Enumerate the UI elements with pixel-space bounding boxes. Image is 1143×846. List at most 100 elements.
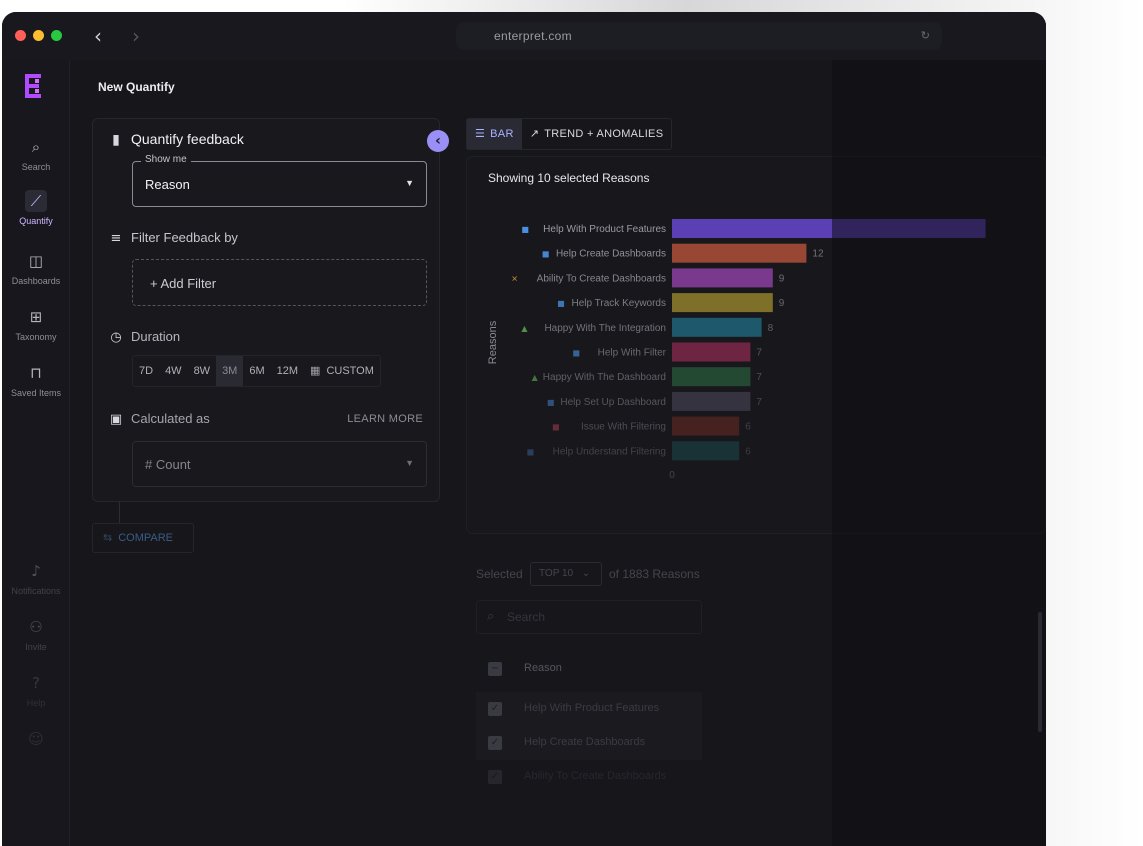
bar[interactable] <box>672 391 751 411</box>
y-axis-label: Reasons <box>487 320 499 364</box>
tab-trend-label: TREND + ANOMALIES <box>544 128 664 140</box>
sidebar-item-saved-items[interactable]: ⊓ Saved Items <box>2 362 70 398</box>
duration-7d[interactable]: 7D <box>133 356 159 386</box>
duration-8w[interactable]: 8W <box>188 356 217 386</box>
url-text: enterpret.com <box>494 29 572 43</box>
bar[interactable] <box>672 416 740 436</box>
window-close-dot[interactable] <box>15 30 26 41</box>
chat-icon: ■ <box>542 250 550 259</box>
add-filter-button[interactable]: + Add Filter <box>132 259 427 306</box>
row-label: Ability To Create Dashboards <box>524 770 667 782</box>
bar-view-icon: ☰ <box>475 127 486 140</box>
collapse-panel-button[interactable]: ‹ <box>427 130 449 152</box>
tab-bar[interactable]: ☰ BAR <box>467 119 522 149</box>
bar[interactable] <box>672 219 986 238</box>
value-label: 7 <box>756 397 762 408</box>
sidebar-item-quantify[interactable]: ⟋ Quantify <box>2 190 70 226</box>
search-input[interactable] <box>507 602 687 632</box>
calculated-as-heading: ▣ Calculated as <box>107 411 210 427</box>
quantify-heading-text: Quantify feedback <box>131 131 244 147</box>
category-label: Help With Filter <box>598 348 667 359</box>
sidebar-item-label: Quantify <box>19 216 53 226</box>
add-user-icon: ⚇ <box>29 618 43 636</box>
bar[interactable] <box>672 441 740 461</box>
top-n-value: TOP 10 <box>539 568 574 579</box>
category-label: Help Set Up Dashboard <box>560 397 666 408</box>
value-label: 8 <box>768 323 774 334</box>
total-reasons-label: of 1883 Reasons <box>609 567 700 581</box>
view-tabs: ☰ BAR ↗ TREND + ANOMALIES <box>466 118 673 150</box>
bar[interactable] <box>672 268 773 288</box>
calculator-icon: ▣ <box>109 412 123 427</box>
screenshot-frame: ‹ › enterpret.com ↻ ⌕ Search ⟋ Quantify … <box>0 0 1143 846</box>
show-me-select[interactable]: Show me Reason ▼ <box>132 154 427 207</box>
flag-icon: ■ <box>552 423 560 432</box>
enterpret-logo-icon[interactable] <box>22 72 46 100</box>
bar[interactable] <box>672 293 773 313</box>
sidebar-item-label: Taxonomy <box>15 332 57 342</box>
category-label: Help Create Dashboards <box>556 249 666 260</box>
table-row[interactable]: ✓ Help With Product Features <box>476 692 702 726</box>
top-n-select[interactable]: TOP 10 ⌄ <box>530 562 602 586</box>
trend-chart-icon: ⟋ <box>25 190 47 212</box>
duration-custom[interactable]: ▦ CUSTOM <box>304 356 380 386</box>
row-checkbox[interactable]: ✓ <box>488 702 502 716</box>
reasons-table: − Reason ✓ Help With Product Features ✓ … <box>476 652 702 794</box>
chart-card: Showing 10 selected Reasons Reasons Help … <box>466 156 1046 534</box>
sidebar-item-label: Search <box>21 162 51 172</box>
row-checkbox[interactable]: ✓ <box>488 736 502 750</box>
chevron-down-icon: ⌄ <box>581 568 591 579</box>
scrollbar[interactable] <box>1038 612 1042 732</box>
chat-icon: ■ <box>547 398 555 407</box>
sidebar-item-help[interactable]: ? Help <box>2 672 70 708</box>
tab-trend-anomalies[interactable]: ↗ TREND + ANOMALIES <box>522 119 672 149</box>
clock-icon: ◷ <box>110 330 122 345</box>
duration-4w[interactable]: 4W <box>159 356 188 386</box>
sidebar-item-invite[interactable]: ⚇ Invite <box>2 616 70 652</box>
calendar-icon: ▦ <box>310 364 321 377</box>
filter-heading: ≡ Filter Feedback by <box>107 230 238 246</box>
search-list-icon: ⌕ <box>31 138 41 156</box>
sidebar-item-profile[interactable]: ☺ <box>2 728 70 754</box>
reload-icon[interactable]: ↻ <box>921 29 930 42</box>
address-bar[interactable]: enterpret.com ↻ <box>456 22 942 50</box>
sidebar-item-taxonomy[interactable]: ⊞ Taxonomy <box>2 306 70 342</box>
category-label: Ability To Create Dashboards <box>537 273 666 284</box>
search-icon: ⌕ <box>487 609 495 624</box>
bar-row: Ability To Create Dashboards ✕ 9 <box>511 268 785 288</box>
window-maximize-dot[interactable] <box>51 30 62 41</box>
sidebar-item-dashboards[interactable]: ◫ Dashboards <box>2 250 70 286</box>
duration-12m[interactable]: 12M <box>271 356 304 386</box>
bar[interactable] <box>672 243 807 263</box>
window-minimize-dot[interactable] <box>33 30 44 41</box>
learn-more-link[interactable]: LEARN MORE <box>347 413 423 425</box>
table-header-row: − Reason <box>476 652 702 686</box>
duration-3m[interactable]: 3M <box>216 356 244 386</box>
calculated-as-select[interactable]: # Count ▼ <box>132 441 427 487</box>
back-arrow-icon[interactable]: ‹ <box>94 24 102 48</box>
value-label: 7 <box>756 348 762 359</box>
table-row[interactable]: ✓ Help Create Dashboards <box>476 726 702 760</box>
filter-heading-text: Filter Feedback by <box>131 230 238 245</box>
bar-row: Help With Product Features ■ <box>521 219 986 238</box>
table-row[interactable]: ✓ Ability To Create Dashboards <box>476 760 702 794</box>
category-label: Help With Product Features <box>543 224 666 235</box>
bar[interactable] <box>672 342 751 362</box>
row-checkbox[interactable]: ✓ <box>488 770 502 784</box>
select-all-checkbox[interactable]: − <box>488 662 502 676</box>
x-tick-label: 0 <box>669 470 675 481</box>
duration-custom-label: CUSTOM <box>326 365 374 377</box>
category-label: Help Understand Filtering <box>553 446 666 457</box>
compare-icon: ⇆ <box>103 531 113 544</box>
sidebar-item-label: Notifications <box>11 586 61 596</box>
show-me-label: Show me <box>141 154 191 165</box>
compare-button[interactable]: ⇆ COMPARE <box>92 523 194 553</box>
sidebar-item-notifications[interactable]: ♪ Notifications <box>2 560 70 596</box>
bar[interactable] <box>672 317 762 337</box>
bar[interactable] <box>672 367 751 387</box>
bar-row: Help Set Up Dashboard ■ 7 <box>547 391 762 411</box>
duration-6m[interactable]: 6M <box>243 356 270 386</box>
sidebar-item-search[interactable]: ⌕ Search <box>2 136 70 172</box>
chat-icon: ■ <box>527 447 535 456</box>
forward-arrow-icon[interactable]: › <box>132 24 140 48</box>
